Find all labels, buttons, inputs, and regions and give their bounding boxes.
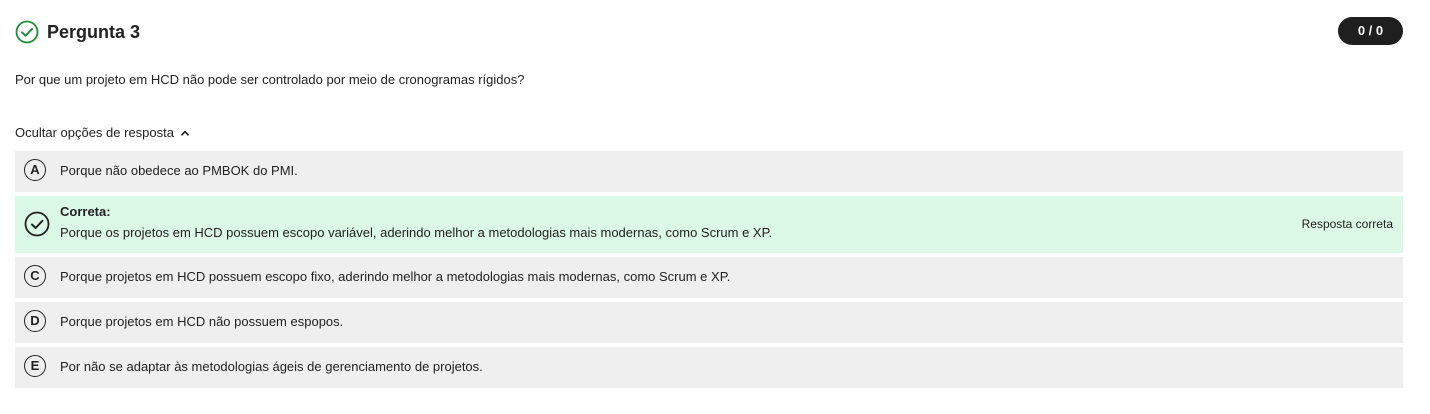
answer-option-b-correct[interactable]: Correta: Porque os projetos em HCD possu… [15, 196, 1403, 253]
answer-options-list: A Porque não obedece ao PMBOK do PMI. Co… [15, 151, 1403, 392]
option-letter-badge: C [24, 265, 46, 287]
answer-option-text: Porque projetos em HCD possuem escopo fi… [60, 269, 731, 284]
answer-option-e[interactable]: E Por não se adaptar às metodologias áge… [15, 347, 1403, 388]
answer-option-c[interactable]: C Porque projetos em HCD possuem escopo … [15, 257, 1403, 298]
chevron-up-icon [181, 130, 189, 136]
correct-answer-label: Correta: [60, 204, 111, 219]
check-circle-icon [15, 20, 39, 44]
answer-option-text: Porque projetos em HCD não possuem espop… [60, 314, 344, 329]
answer-option-d[interactable]: D Porque projetos em HCD não possuem esp… [15, 302, 1403, 343]
correct-answer-tag: Resposta correta [1301, 217, 1393, 231]
answer-option-text: Porque os projetos em HCD possuem escopo… [60, 225, 773, 240]
toggle-answer-options-button[interactable]: Ocultar opções de resposta [15, 124, 190, 142]
option-letter-badge: D [24, 310, 46, 332]
question-title: Pergunta 3 [47, 22, 141, 42]
answer-option-text: Porque não obedece ao PMBOK do PMI. [60, 163, 298, 178]
check-circle-icon [24, 211, 50, 237]
option-letter-badge: A [24, 159, 46, 181]
answer-option-a[interactable]: A Porque não obedece ao PMBOK do PMI. [15, 151, 1403, 192]
option-letter-badge: E [24, 355, 46, 377]
answer-option-text: Por não se adaptar às metodologias ágeis… [60, 359, 483, 374]
score-badge: 0 / 0 [1338, 17, 1403, 45]
question-header: Pergunta 3 0 / 0 [15, 17, 1403, 46]
question-text: Por que um projeto em HCD não pode ser c… [15, 72, 525, 87]
toggle-answer-options-label: Ocultar opções de resposta [15, 125, 174, 140]
